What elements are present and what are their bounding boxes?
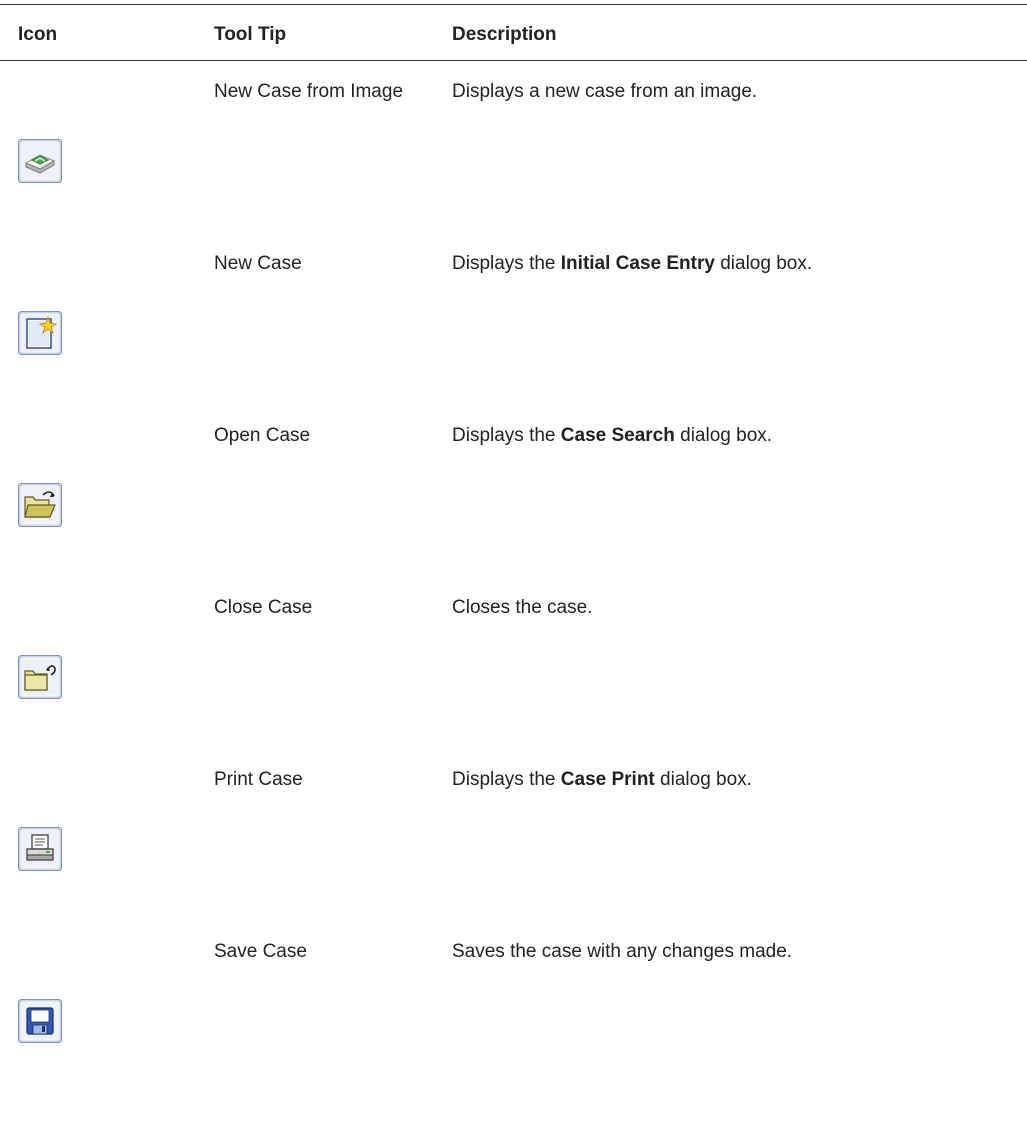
- description-cell: Closes the case.: [452, 597, 593, 618]
- tooltip-cell: Print Case: [214, 769, 303, 790]
- close-case-icon: [18, 655, 62, 699]
- header-rule: [0, 60, 1027, 61]
- tooltip-cell: Open Case: [214, 425, 311, 446]
- tooltip-cell: Save Case: [214, 941, 307, 962]
- header-description: Description: [452, 24, 557, 45]
- print-case-icon: [18, 827, 62, 871]
- description-cell: Saves the case with any changes made.: [452, 941, 793, 962]
- table-header: Icon Tool Tip Description: [0, 20, 1027, 50]
- new-case-icon: [18, 311, 62, 355]
- tooltip-cell: New Case: [214, 253, 302, 274]
- new-case-from-image-icon: [18, 139, 62, 183]
- description-cell: Displays the Case Print dialog box.: [452, 769, 752, 790]
- table-row: Save Case Saves the case with any change…: [0, 939, 1027, 1111]
- header-tooltip: Tool Tip: [214, 24, 287, 45]
- description-cell: Displays the Case Search dialog box.: [452, 425, 773, 446]
- table-top-rule: [0, 4, 1027, 5]
- tooltip-cell: Close Case: [214, 597, 313, 618]
- save-case-icon: [18, 999, 62, 1043]
- description-cell: Displays the Initial Case Entry dialog b…: [452, 253, 813, 274]
- open-case-icon: [18, 483, 62, 527]
- table-row: New Case from Image Displays a new case …: [0, 79, 1027, 251]
- table-row: Open Case Displays the Case Search dialo…: [0, 423, 1027, 595]
- table-row: New Case Displays the Initial Case Entry…: [0, 251, 1027, 423]
- table-row: Print Case Displays the Case Print dialo…: [0, 767, 1027, 939]
- tooltip-cell: New Case from Image: [214, 81, 404, 102]
- description-cell: Displays a new case from an image.: [452, 81, 758, 102]
- header-icon: Icon: [18, 24, 58, 45]
- table-row: Close Case Closes the case.: [0, 595, 1027, 767]
